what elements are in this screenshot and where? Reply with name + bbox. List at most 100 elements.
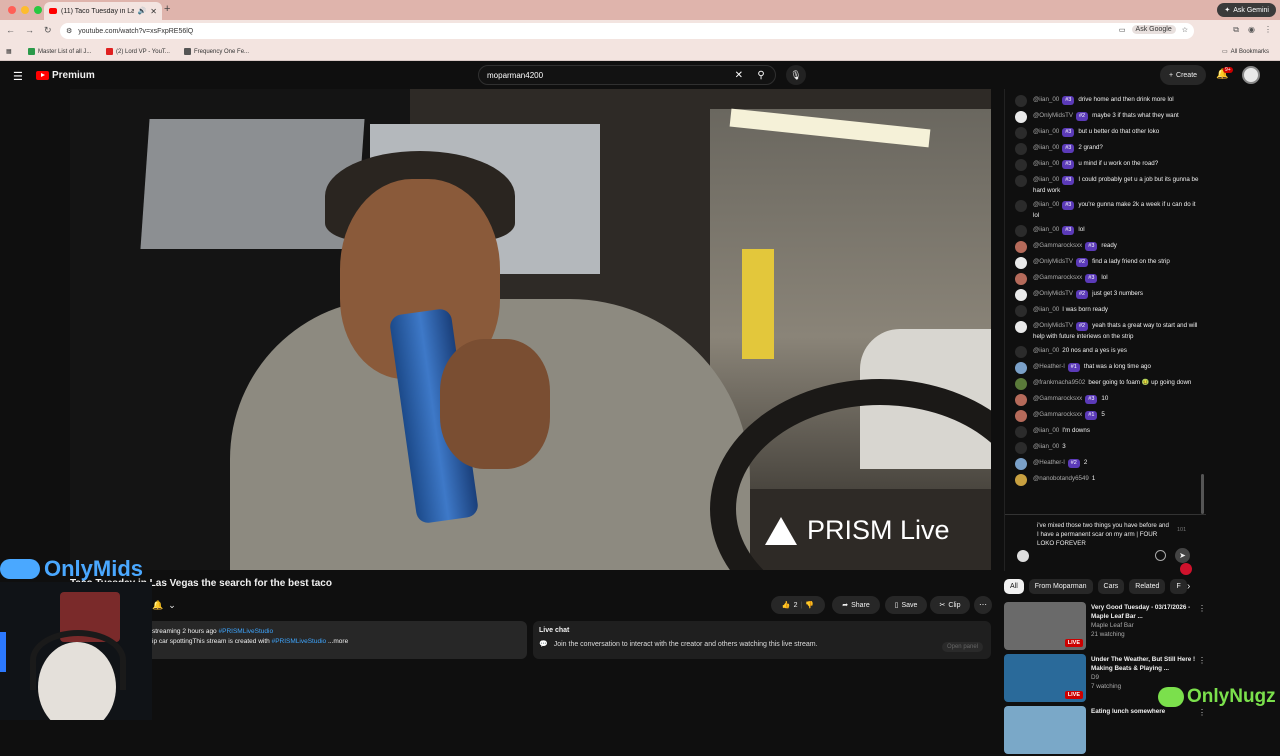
reload-icon[interactable]: ↻ <box>44 25 52 36</box>
chat-username[interactable]: @iian_00 <box>1033 347 1059 354</box>
emoji-icon[interactable] <box>1155 550 1166 561</box>
chat-message[interactable]: @Heather-l #2 2 <box>1005 456 1205 472</box>
chat-username[interactable]: @frankmacha9502 <box>1033 379 1085 386</box>
ask-gemini-button[interactable]: ✦ Ask Gemini <box>1217 3 1276 17</box>
close-tab-icon[interactable]: ✕ <box>150 7 157 16</box>
video-thumbnail[interactable]: LIVE <box>1004 602 1086 650</box>
chat-username[interactable]: @Gammarocksxx <box>1033 395 1082 402</box>
chat-message[interactable]: @OnlyMidsTV #2 just get 3 numbers <box>1005 287 1205 303</box>
chat-message[interactable]: @Heather-l #1 that was a long time ago <box>1005 360 1205 376</box>
chat-username[interactable]: @iian_00 <box>1033 176 1059 183</box>
search-icon[interactable]: ⚲ <box>747 66 775 84</box>
bookmark-item[interactable]: (2) Lord VP - YouT... <box>106 48 170 55</box>
chat-username[interactable]: @iian_00 <box>1033 427 1059 434</box>
chat-message[interactable]: @iian_00 I'm downs <box>1005 424 1205 440</box>
maximize-window-button[interactable] <box>34 6 42 14</box>
minimize-window-button[interactable] <box>21 6 29 14</box>
more-actions-icon[interactable]: ⋯ <box>974 596 992 614</box>
url-field[interactable]: ⚙ youtube.com/watch?v=xsFxpRE56lQ ▭ Ask … <box>60 23 1194 39</box>
install-icon[interactable]: ▭ <box>1119 26 1126 34</box>
create-button[interactable]: + Create <box>1160 65 1206 85</box>
chat-username[interactable]: @Gammarocksxx <box>1033 274 1082 281</box>
chat-username[interactable]: @OnlyMidsTV <box>1033 112 1073 119</box>
extensions-icon[interactable]: ⧉ <box>1233 25 1239 35</box>
chat-username[interactable]: @iian_00 <box>1033 306 1059 313</box>
recommendation-title[interactable]: Under The Weather, But Still Here ! Maki… <box>1091 656 1197 673</box>
chat-message[interactable]: @Gammarocksxx #3 10 <box>1005 392 1205 408</box>
chat-username[interactable]: @Heather-l <box>1033 363 1065 370</box>
recommendation-title[interactable]: Very Good Tuesday - 03/17/2026 - Maple L… <box>1091 604 1197 621</box>
recommendation-item[interactable]: Eating lunch somewhere ⋮ <box>1004 706 1209 756</box>
chat-message[interactable]: @Gammarocksxx #3 lol <box>1005 271 1205 287</box>
recommendation-title[interactable]: Eating lunch somewhere <box>1091 708 1197 717</box>
chat-message[interactable]: @Gammarocksxx #3 ready <box>1005 239 1205 255</box>
chat-username[interactable]: @OnlyMidsTV <box>1033 258 1073 265</box>
microphone-icon[interactable]: 🎙 <box>786 65 806 85</box>
bookmark-item[interactable]: Master List of all J... <box>28 48 91 55</box>
chat-username[interactable]: @iian_00 <box>1033 226 1059 233</box>
show-more-link[interactable]: ...more <box>328 638 348 645</box>
description-box[interactable]: streaming 2 hours ago #PRISMLiveStudio i… <box>152 621 527 659</box>
like-button[interactable]: 👍 2 | 👎 <box>771 596 825 614</box>
chat-username[interactable]: @OnlyMidsTV <box>1033 290 1073 297</box>
thumbs-down-icon[interactable]: 👎 <box>805 601 814 609</box>
youtube-logo[interactable]: Premium <box>36 70 95 81</box>
chat-input-area[interactable]: i've mixed those two things you have bef… <box>1005 514 1206 571</box>
chat-username[interactable]: @iian_00 <box>1033 144 1059 151</box>
chat-message[interactable]: @iian_00 #3 you're gunna make 2k a week if… <box>1005 198 1205 223</box>
hashtag-link[interactable]: #PRISMLiveStudio <box>272 638 327 645</box>
video-thumbnail[interactable]: LIVE <box>1004 654 1086 702</box>
recommendation-channel[interactable]: D9 <box>1091 674 1197 683</box>
filter-chip[interactable]: Cars <box>1097 579 1125 594</box>
chat-message[interactable]: @OnlyMidsTV #2 find a lady friend on the s… <box>1005 255 1205 271</box>
hashtag-link[interactable]: #PRISMLiveStudio <box>219 628 274 635</box>
back-icon[interactable]: ← <box>6 25 15 36</box>
site-info-icon[interactable]: ⚙ <box>66 27 72 35</box>
chat-message[interactable]: @iian_00 #3 lol <box>1005 223 1205 239</box>
chat-username[interactable]: @iian_00 <box>1033 128 1059 135</box>
more-options-icon[interactable]: ⋮ <box>1198 656 1206 665</box>
chat-username[interactable]: @iian_00 <box>1033 201 1059 208</box>
more-options-icon[interactable]: ⋮ <box>1198 708 1206 717</box>
chat-message[interactable]: @frankmacha9502 beer going to foam 🤢 up g… <box>1005 376 1205 392</box>
filter-chip[interactable]: Related <box>1129 579 1166 594</box>
forward-icon[interactable]: → <box>25 25 34 36</box>
apps-grid-icon[interactable]: ▦ <box>6 48 12 55</box>
filter-chip[interactable]: All <box>1004 579 1024 594</box>
filter-chip[interactable]: F <box>1170 579 1187 594</box>
chat-username[interactable]: @OnlyMidsTV <box>1033 322 1073 329</box>
ask-google-button[interactable]: Ask Google <box>1131 25 1176 34</box>
chat-message[interactable]: @iian_00 #3 but u better do that other lok… <box>1005 125 1205 141</box>
chat-username[interactable]: @iian_00 <box>1033 443 1059 450</box>
chat-message[interactable]: @iian_00 I was born ready <box>1005 303 1205 319</box>
new-tab-button[interactable]: + <box>164 3 170 15</box>
user-avatar[interactable] <box>1242 66 1260 84</box>
recommendation-item[interactable]: LIVE Very Good Tuesday - 03/17/2026 - Map… <box>1004 602 1209 652</box>
chat-message[interactable]: @OnlyMidsTV #2 maybe 3 if thats what they … <box>1005 109 1205 125</box>
profile-icon[interactable]: ◉ <box>1248 25 1255 35</box>
hamburger-menu-icon[interactable]: ☰ <box>13 70 23 83</box>
bookmark-item[interactable]: Frequency One Fe... <box>184 48 249 55</box>
chat-message[interactable]: @nanobotandy6549 1 <box>1005 472 1205 488</box>
chat-username[interactable]: @nanobotandy6549 <box>1033 475 1089 482</box>
chat-username[interactable]: @Gammarocksxx <box>1033 242 1082 249</box>
share-button[interactable]: ➦ Share <box>832 596 880 614</box>
bookmark-star-icon[interactable]: ☆ <box>1182 26 1188 34</box>
chat-message[interactable]: @iian_00 #3 I could probably get u a job b… <box>1005 173 1205 198</box>
speaker-icon[interactable]: 🔊 <box>138 7 147 15</box>
video-thumbnail[interactable] <box>1004 706 1086 754</box>
clear-search-icon[interactable]: ✕ <box>735 70 743 81</box>
video-player[interactable]: PRISM Live <box>70 89 991 570</box>
search-input[interactable]: moparman4200 ✕ ⚲ <box>478 65 776 85</box>
clip-button[interactable]: ✂ Clip <box>930 596 970 614</box>
window-controls[interactable] <box>8 6 42 14</box>
chat-username[interactable]: @iian_00 <box>1033 160 1059 167</box>
chat-message-list[interactable]: @iian_00 #3 drive home and then drink more… <box>1005 93 1205 488</box>
send-icon[interactable]: ➤ <box>1175 548 1190 563</box>
close-window-button[interactable] <box>8 6 16 14</box>
filter-chip[interactable]: From Moparman <box>1028 579 1093 594</box>
chat-message[interactable]: @Gammarocksxx #1 5 <box>1005 408 1205 424</box>
recommendation-channel[interactable]: Maple Leaf Bar <box>1091 622 1197 631</box>
chat-username[interactable]: @Gammarocksxx <box>1033 411 1082 418</box>
chat-message[interactable]: @iian_00 #3 u mind if u work on the road? <box>1005 157 1205 173</box>
